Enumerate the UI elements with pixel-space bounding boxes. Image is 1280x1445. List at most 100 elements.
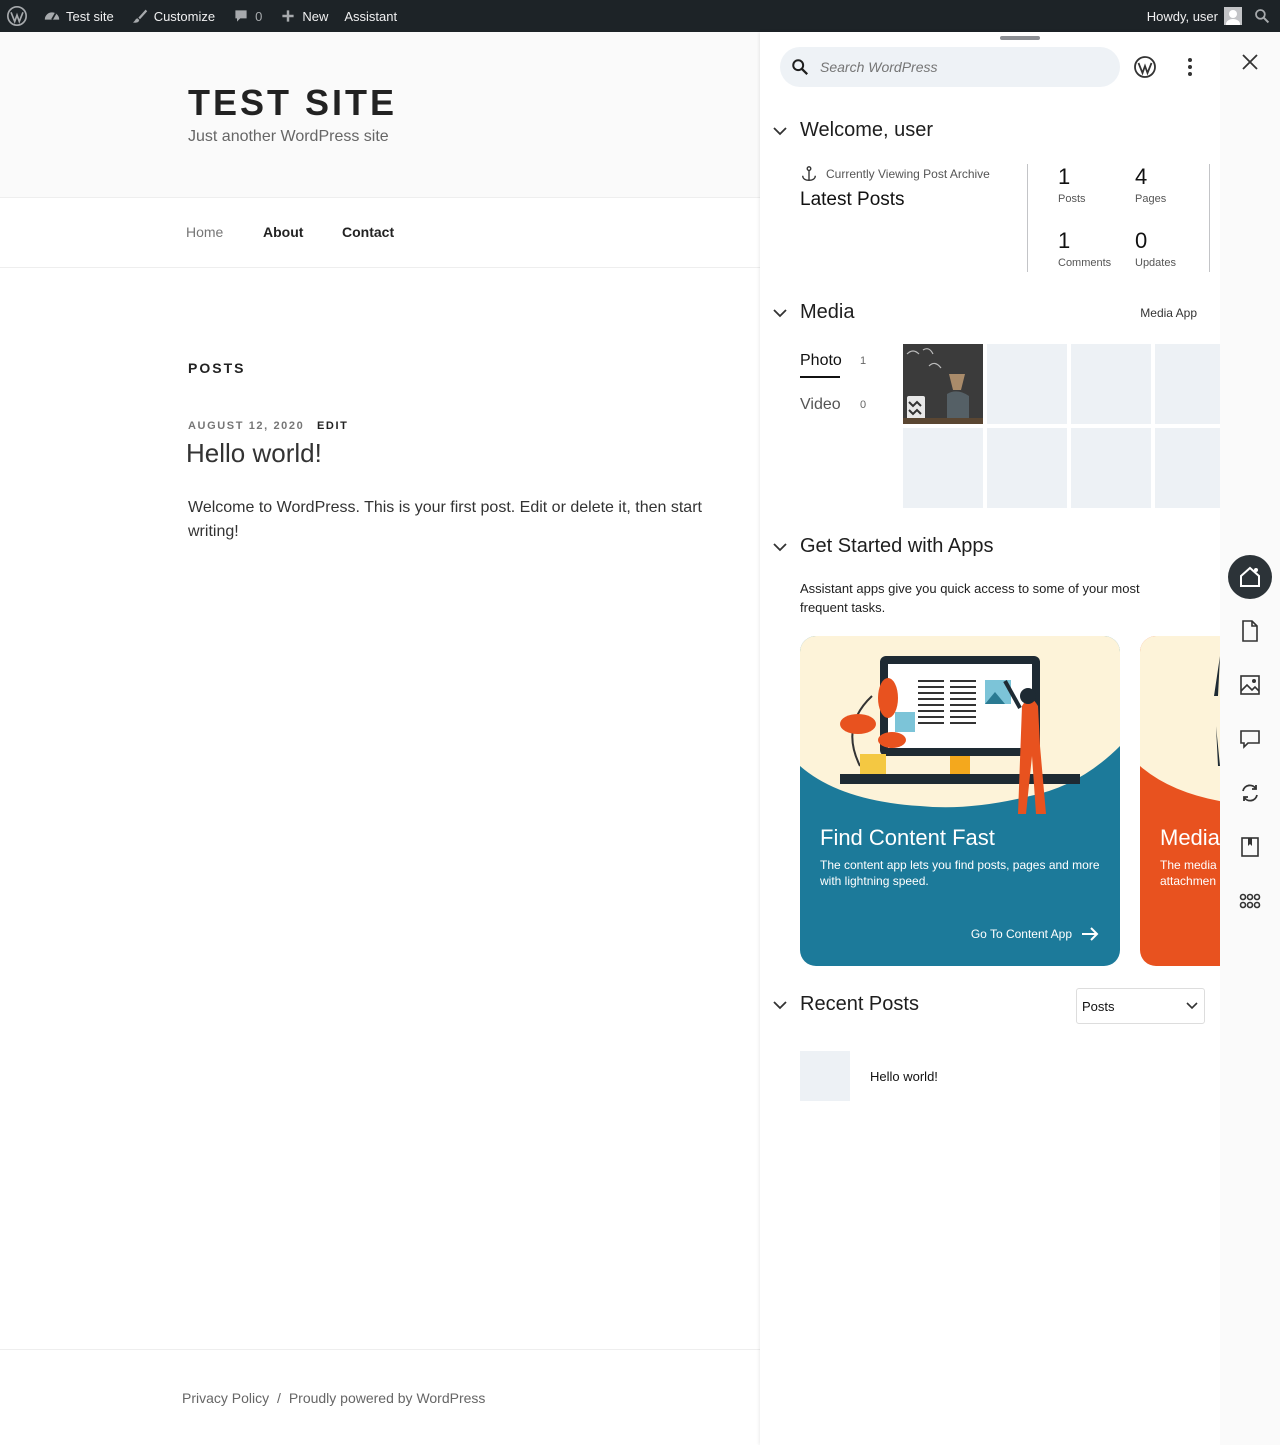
welcome-section-header[interactable]: Welcome, user [760,119,1220,142]
site-title[interactable]: TEST SITE [188,82,397,124]
powered-by-link[interactable]: Proudly powered by WordPress [289,1390,486,1406]
chevron-down-icon[interactable] [760,1000,800,1010]
search-icon [1255,9,1270,24]
post-title[interactable]: Hello world! [186,438,322,469]
tab-count: 0 [860,399,867,411]
stat-number: 1 [1058,228,1071,253]
media-placeholder [903,428,983,508]
nav-about[interactable]: About [263,224,303,240]
media-placeholder [987,428,1067,508]
site-footer: Privacy Policy / Proudly powered by Word… [0,1349,760,1445]
chevron-down-icon[interactable] [760,542,800,552]
dock-updates-button[interactable] [1228,771,1272,815]
welcome-title: Welcome, user [800,119,934,141]
wordpress-icon [1134,56,1156,78]
media-section-header[interactable]: Media Media App [760,301,1220,324]
site-name-menu[interactable]: Test site [34,0,122,32]
media-title: Media [800,301,855,323]
brush-icon [130,6,150,26]
new-label: New [302,8,329,24]
assistant-menu[interactable]: Assistant [336,0,405,32]
stat-posts[interactable]: 1 Posts [1058,164,1086,205]
comments-count: 0 [255,8,263,24]
new-content-menu[interactable]: New [270,0,336,32]
close-icon [1242,54,1258,70]
media-thumbnail[interactable] [903,344,983,424]
content-app-card[interactable]: Find Content Fast The content app lets y… [800,636,1120,966]
recent-posts-title: Recent Posts [800,993,919,1015]
my-account-menu[interactable]: Howdy, user [1139,0,1250,32]
comments-menu[interactable]: 0 [223,0,270,32]
admin-bar-right: Howdy, user [1139,0,1280,32]
dock-bookmarks-button[interactable] [1228,825,1272,869]
media-grid [903,344,1220,508]
post-edit-link[interactable]: EDIT [317,420,348,432]
avatar [1224,7,1242,25]
chevron-down-icon[interactable] [760,308,800,318]
card-link-label: Go To Content App [970,927,1072,941]
tab-label: Video [800,396,841,413]
stats-divider [1027,164,1028,272]
document-icon [1242,620,1258,642]
privacy-policy-link[interactable]: Privacy Policy [182,1390,269,1406]
wordpress-logo-menu[interactable] [0,0,34,32]
wordpress-icon [7,6,27,26]
media-tab-photo[interactable]: Photo 1 [800,352,866,378]
site-page: TEST SITE Just another WordPress site Ho… [0,32,760,1445]
card-description: The content app lets you find posts, pag… [820,858,1100,888]
dock-comments-button[interactable] [1228,717,1272,761]
chevron-down-icon [1186,1002,1198,1010]
media-app-card[interactable]: Media The media attachmen [1140,636,1220,966]
media-tab-video[interactable]: Video 0 [800,396,866,414]
close-button[interactable] [1239,51,1261,73]
recent-post-item[interactable]: Hello world! [800,1051,938,1101]
stat-label: Posts [1058,193,1086,205]
media-app-link[interactable]: Media App [1140,306,1197,320]
apps-description: Assistant apps give you quick access to … [800,581,1140,615]
dock-apps-button[interactable] [1228,879,1272,923]
footer-separator: / [277,1390,281,1406]
dock-content-button[interactable] [1228,609,1272,653]
arrow-right-icon [1082,927,1099,941]
post-excerpt: Welcome to WordPress. This is your first… [188,499,702,540]
site-tagline: Just another WordPress site [188,128,389,145]
admin-search-button[interactable] [1250,0,1280,32]
admin-bar: Test site Customize 0 New Assistant Howd… [0,0,1280,32]
content-app-illustration [800,636,1120,814]
stat-pages[interactable]: 4 Pages [1135,164,1166,205]
stat-number: 1 [1058,164,1071,189]
viewing-title[interactable]: Latest Posts [800,189,905,211]
search-input[interactable] [820,59,1100,75]
go-to-content-app-link[interactable]: Go To Content App [971,926,1100,942]
dock-home-button[interactable] [1228,555,1272,599]
nav-contact[interactable]: Contact [342,224,394,240]
assistant-panel: Welcome, user Currently Viewing Post Arc… [760,32,1220,1445]
home-icon [1240,566,1260,587]
customize-menu[interactable]: Customize [122,0,223,32]
howdy-label: Howdy, user [1146,8,1218,24]
comment-icon [231,6,251,26]
dock-media-button[interactable] [1228,663,1272,707]
dashboard-icon [42,6,62,26]
chevron-down-icon[interactable] [760,126,800,136]
panel-drag-handle[interactable] [1000,36,1040,40]
stat-number: 4 [1135,164,1148,189]
wordpress-button[interactable] [1133,55,1157,79]
media-placeholder [987,344,1067,424]
post-type-select[interactable]: Posts [1076,988,1205,1024]
card-title: Media [1160,825,1220,850]
stat-comments[interactable]: 1 Comments [1058,228,1111,269]
apps-section-header[interactable]: Get Started with Apps [760,535,1220,558]
posts-section-label: POSTS [188,360,246,376]
bookmark-icon [1241,837,1259,857]
stat-updates[interactable]: 0 Updates [1135,228,1176,269]
site-header: TEST SITE Just another WordPress site [0,32,760,198]
apps-grid-icon [1239,893,1261,909]
nav-home[interactable]: Home [186,224,223,240]
more-options-button[interactable] [1178,55,1202,79]
anchor-icon [802,166,816,181]
stat-number: 0 [1135,228,1148,253]
viewing-label: Currently Viewing Post Archive [826,167,990,181]
post-date[interactable]: AUGUST 12, 2020 [188,420,304,432]
media-app-illustration [1140,636,1220,802]
